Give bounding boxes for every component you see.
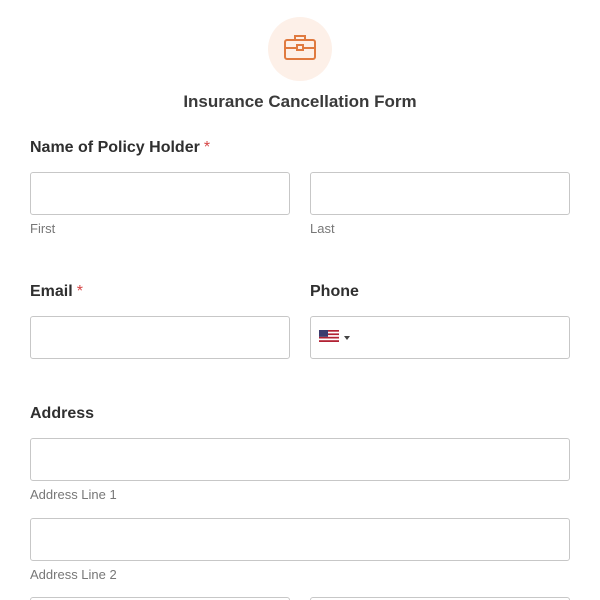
form-title: Insurance Cancellation Form — [183, 92, 417, 111]
email-label: Email * — [30, 283, 83, 301]
required-asterisk: * — [203, 139, 211, 156]
last-name-sublabel: Last — [310, 221, 335, 236]
address-line2-sublabel: Address Line 2 — [30, 567, 117, 582]
chevron-down-icon — [344, 336, 350, 340]
country-code-select[interactable] — [319, 329, 357, 347]
email-input[interactable] — [30, 316, 290, 359]
first-name-input[interactable] — [30, 172, 290, 215]
address-line2-input[interactable] — [30, 518, 570, 561]
form-page: Insurance Cancellation Form Name of Poli… — [0, 0, 600, 600]
policy-holder-label: Name of Policy Holder * — [30, 139, 210, 157]
address-line1-sublabel: Address Line 1 — [30, 487, 117, 502]
address-label: Address — [30, 405, 95, 422]
required-asterisk: * — [76, 283, 83, 300]
phone-input[interactable] — [359, 318, 565, 357]
us-flag-icon — [319, 329, 339, 347]
phone-field — [310, 316, 570, 359]
last-name-input[interactable] — [310, 172, 570, 215]
email-label-text: Email — [30, 283, 73, 300]
phone-label: Phone — [310, 283, 359, 300]
form-logo — [268, 17, 332, 81]
first-name-sublabel: First — [30, 221, 56, 236]
briefcase-icon — [283, 33, 317, 66]
address-line1-input[interactable] — [30, 438, 570, 481]
policy-holder-label-text: Name of Policy Holder — [30, 139, 200, 156]
